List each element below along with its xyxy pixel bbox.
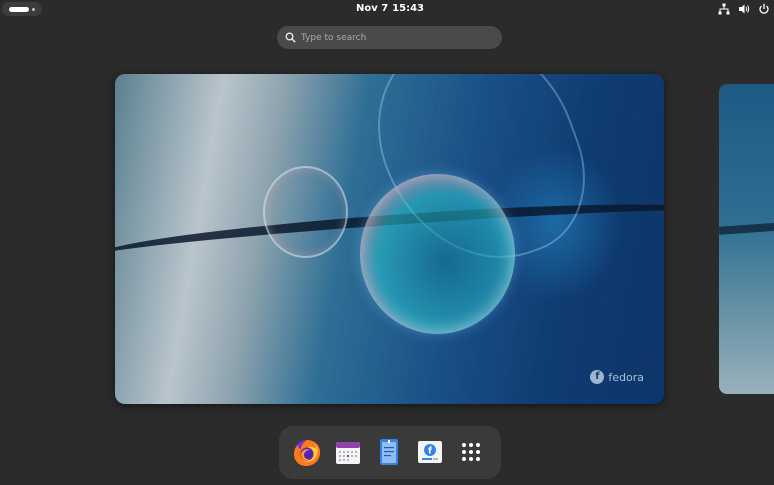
workspace-thumbnail-next[interactable] bbox=[719, 84, 774, 394]
wallpaper-bubble-small bbox=[263, 166, 348, 258]
workspace-indicator-active bbox=[9, 7, 29, 12]
clock-time: 15:43 bbox=[392, 3, 425, 14]
svg-text:f: f bbox=[428, 447, 432, 457]
calendar-icon[interactable] bbox=[332, 436, 364, 468]
clock[interactable]: Nov 7 15:43 bbox=[340, 2, 440, 16]
wallpaper-bubble-large bbox=[360, 174, 515, 334]
fedora-logo: f fedora bbox=[590, 370, 644, 384]
workspace-indicator-inactive bbox=[32, 8, 35, 11]
top-bar: Nov 7 15:43 bbox=[0, 0, 774, 18]
power-icon[interactable] bbox=[758, 3, 770, 15]
text-editor-icon[interactable] bbox=[373, 436, 405, 468]
software-icon[interactable]: f bbox=[414, 436, 446, 468]
fedora-logo-mark: f bbox=[590, 370, 605, 384]
activities-button[interactable] bbox=[2, 2, 42, 16]
fedora-logo-text: fedora bbox=[608, 370, 644, 384]
search-input[interactable] bbox=[301, 29, 491, 46]
search-icon bbox=[285, 32, 296, 43]
system-tray[interactable] bbox=[718, 2, 770, 16]
wallpaper-band-next bbox=[719, 221, 774, 235]
workspace-thumbnail-current[interactable]: f fedora bbox=[115, 74, 664, 404]
firefox-icon[interactable] bbox=[291, 436, 323, 468]
network-icon[interactable] bbox=[718, 3, 730, 15]
volume-icon[interactable] bbox=[738, 3, 750, 15]
dash: f bbox=[279, 426, 501, 479]
clock-date: Nov 7 bbox=[355, 3, 389, 14]
search-bar[interactable] bbox=[277, 26, 502, 49]
show-apps-icon[interactable] bbox=[455, 436, 487, 468]
